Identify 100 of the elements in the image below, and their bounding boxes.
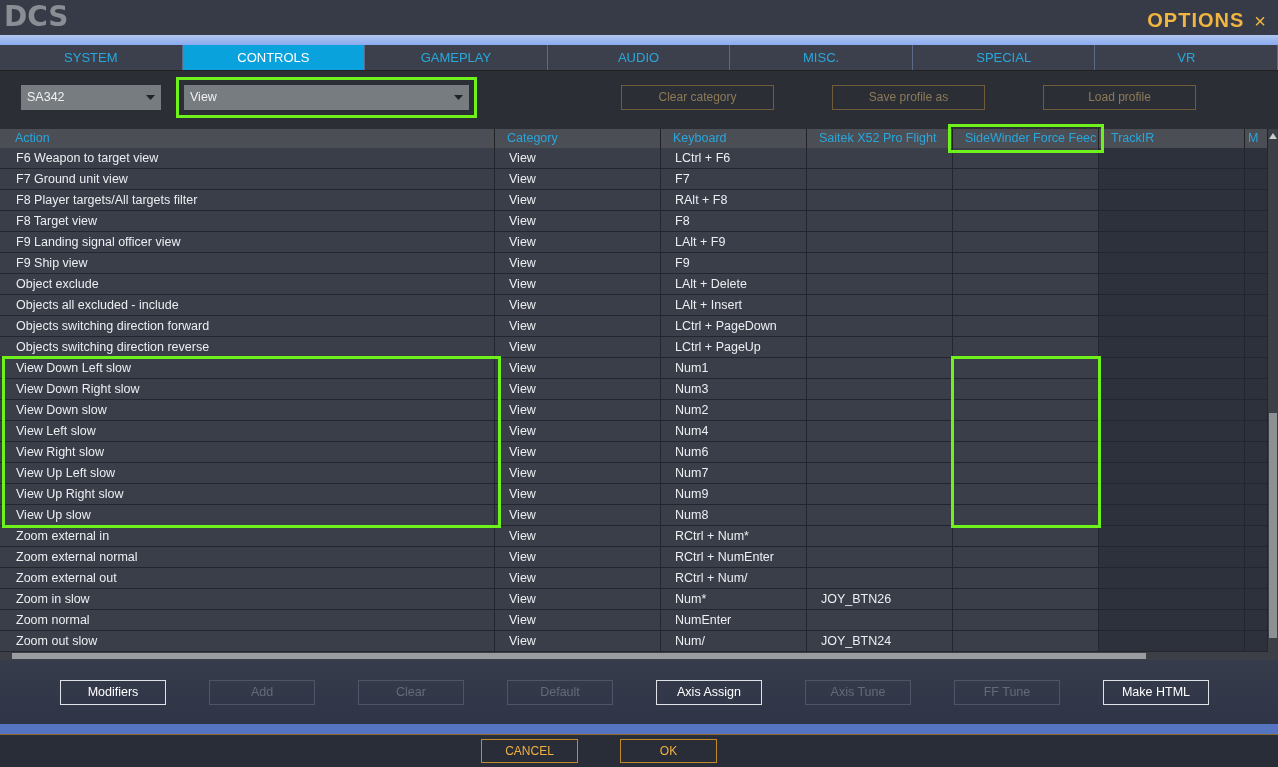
category-dropdown[interactable]: View	[184, 84, 469, 110]
window-title: OPTIONS	[1147, 8, 1245, 33]
table-cell: View	[495, 211, 661, 232]
table-cell: Objects all excluded - include	[0, 295, 495, 316]
table-cell: View	[495, 316, 661, 337]
table-cell: LCtrl + PageDown	[661, 316, 807, 337]
table-cell: F7	[661, 169, 807, 190]
caret-icon	[454, 94, 463, 100]
table-cell: Num2	[661, 400, 807, 421]
table-cell: View	[495, 274, 661, 295]
table-cell	[1245, 526, 1268, 547]
table-cell: F6 Weapon to target view	[0, 148, 495, 169]
table-cell: LAlt + Insert	[661, 295, 807, 316]
table-cell: View	[495, 295, 661, 316]
column-header[interactable]: M	[1245, 129, 1268, 148]
action-button[interactable]: Make HTML	[1103, 679, 1209, 705]
table-cell	[1245, 211, 1268, 232]
table-cell	[1245, 400, 1268, 421]
table-cell	[1245, 316, 1268, 337]
table-cell: View	[495, 190, 661, 211]
table-cell: View	[495, 631, 661, 652]
table-cell	[1245, 484, 1268, 505]
table-cell: View	[495, 568, 661, 589]
table-cell: Num7	[661, 463, 807, 484]
table-cell: F9 Ship view	[0, 253, 495, 274]
table-cell	[1245, 589, 1268, 610]
table-cell: View	[495, 463, 661, 484]
column-header[interactable]: Saitek X52 Pro Flight	[807, 129, 953, 148]
column-header[interactable]: Category	[495, 129, 661, 148]
dialog-button[interactable]: OK	[620, 739, 717, 763]
table-cell	[1245, 442, 1268, 463]
table-cell: F9 Landing signal officer view	[0, 232, 495, 253]
table-cell: F8 Target view	[0, 211, 495, 232]
logo: DCS	[4, 3, 69, 31]
table-cell: Object exclude	[0, 274, 495, 295]
close-button[interactable]: ×	[1244, 7, 1278, 35]
table-cell	[1245, 337, 1268, 358]
table-cell	[1245, 505, 1268, 526]
table-cell	[1245, 358, 1268, 379]
table-cell: Num6	[661, 442, 807, 463]
scrollbar-thumb[interactable]	[12, 653, 1146, 659]
table-cell: RAlt + F8	[661, 190, 807, 211]
scrollbar-thumb[interactable]	[1269, 413, 1277, 638]
table-cell: View	[495, 421, 661, 442]
table-cell: View	[495, 232, 661, 253]
table-cell: Zoom in slow	[0, 589, 495, 610]
table-cell: View	[495, 589, 661, 610]
table-cell: LAlt + F9	[661, 232, 807, 253]
table-cell: RCtrl + NumEnter	[661, 547, 807, 568]
table-cell: Zoom normal	[0, 610, 495, 631]
table-cell	[1245, 253, 1268, 274]
column-header[interactable]: Keyboard	[661, 129, 807, 148]
table-cell: NumEnter	[661, 610, 807, 631]
table-cell	[1245, 232, 1268, 253]
column-header[interactable]: Action	[0, 129, 495, 148]
table-cell: View	[495, 400, 661, 421]
table-cell: View	[495, 148, 661, 169]
action-button[interactable]: Axis Assign	[656, 679, 762, 705]
caret-icon	[146, 94, 155, 100]
table-cell: View	[495, 484, 661, 505]
dialog-button[interactable]: CANCEL	[481, 739, 578, 763]
table-cell: View	[495, 610, 661, 631]
table-cell: View	[495, 169, 661, 190]
column-header[interactable]: TrackIR	[1099, 129, 1245, 148]
table-cell: RCtrl + Num/	[661, 568, 807, 589]
table-cell	[1245, 631, 1268, 652]
column-header[interactable]: SideWinder Force Feec	[953, 129, 1099, 148]
table-cell: View Right slow	[0, 442, 495, 463]
table-cell	[1245, 421, 1268, 442]
table-cell	[1245, 274, 1268, 295]
table-cell: View Up slow	[0, 505, 495, 526]
table-cell: View	[495, 358, 661, 379]
table-cell: View Down Left slow	[0, 358, 495, 379]
table-cell: View	[495, 547, 661, 568]
table-cell: View Down Right slow	[0, 379, 495, 400]
aircraft-dropdown[interactable]: SA342	[21, 84, 161, 110]
horizontal-scrollbar[interactable]	[0, 652, 1278, 660]
table-cell: Num*	[661, 589, 807, 610]
table-cell: RCtrl + Num*	[661, 526, 807, 547]
table-cell	[1245, 610, 1268, 631]
table-cell	[1245, 568, 1268, 589]
table-cell: View	[495, 253, 661, 274]
action-button[interactable]: Modifiers	[60, 679, 166, 705]
table-cell: F8	[661, 211, 807, 232]
tab[interactable]: CONTROLS	[182, 45, 366, 70]
table-cell: Zoom out slow	[0, 631, 495, 652]
table-cell: Objects switching direction forward	[0, 316, 495, 337]
table-cell: Num3	[661, 379, 807, 400]
table-cell: LCtrl + F6	[661, 148, 807, 169]
table-cell: F7 Ground unit view	[0, 169, 495, 190]
table-cell: JOY_BTN24	[807, 631, 953, 652]
table-cell: Num/	[661, 631, 807, 652]
table-cell: Num1	[661, 358, 807, 379]
scroll-up-icon[interactable]	[1269, 133, 1277, 139]
table-cell: F9	[661, 253, 807, 274]
table-cell: View	[495, 379, 661, 400]
table-cell	[1245, 169, 1268, 190]
table-cell: Num8	[661, 505, 807, 526]
table-cell: Num9	[661, 484, 807, 505]
table-cell	[1245, 463, 1268, 484]
